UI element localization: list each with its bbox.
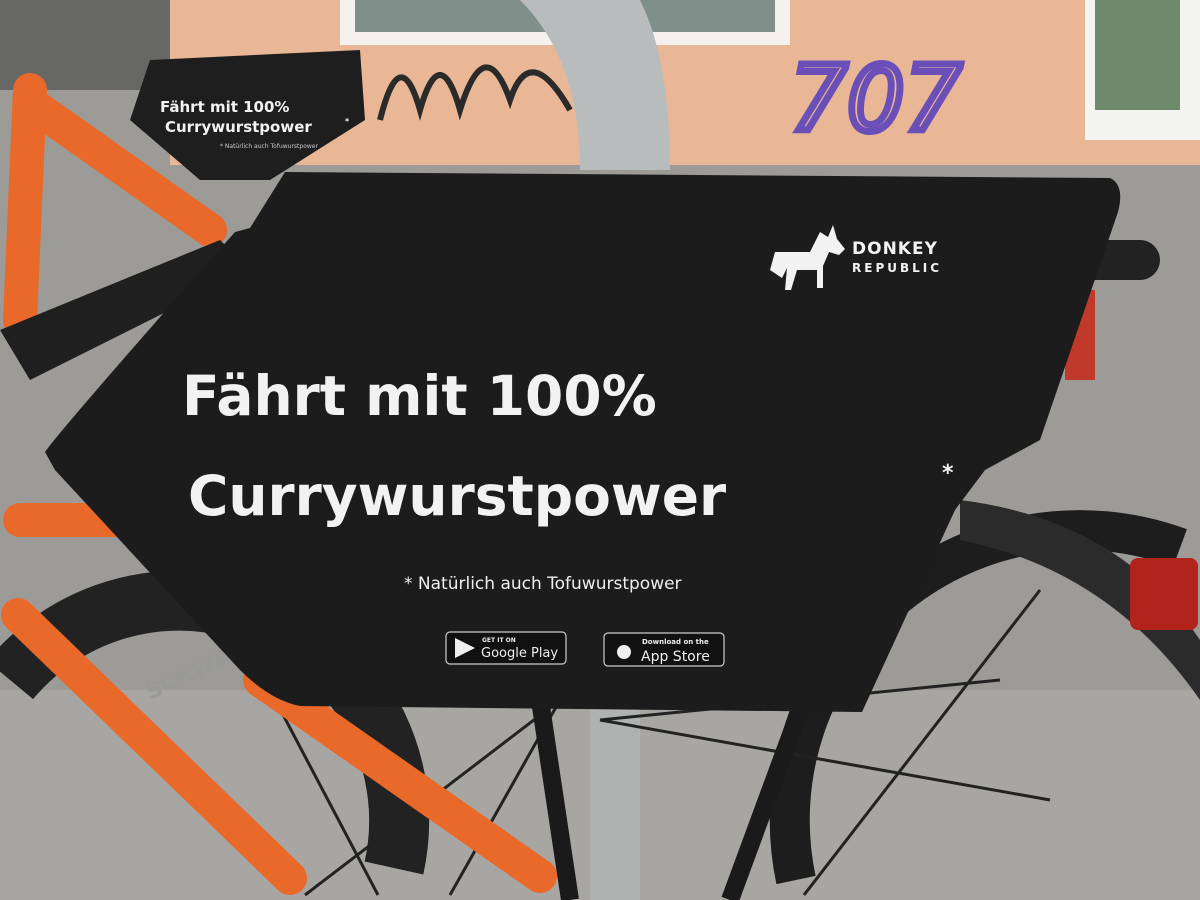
door-glass (1095, 0, 1180, 110)
svg-text:Fährt mit 100%: Fährt mit 100% (160, 98, 289, 116)
google-play-badge[interactable]: GET IT ON Google Play (445, 631, 567, 665)
scene-svg: 707 SCHWALBE Fährt mit 100% Currywurstpo… (0, 0, 1200, 900)
headline-asterisk: * (942, 461, 954, 486)
svg-text:Currywurstpower: Currywurstpower (165, 118, 312, 136)
headline-line1: Fährt mit 100% (182, 364, 657, 428)
footnote: * Natürlich auch Tofuwurstpower (404, 574, 682, 594)
app-store-small: Download on the (642, 638, 709, 646)
graffiti-707: 707 (790, 47, 962, 152)
pole-base (590, 700, 640, 900)
brand-line2: REPUBLIC (852, 261, 942, 275)
rear-reflector (1130, 558, 1198, 630)
google-play-big: Google Play (481, 646, 558, 661)
svg-text:* Natürlich auch Tofuwurstpowe: * Natürlich auch Tofuwurstpower (220, 143, 318, 150)
photo-scene: 707 SCHWALBE Fährt mit 100% Currywurstpo… (0, 0, 1200, 900)
headline-line2: Currywurstpower (188, 464, 726, 528)
apple-icon (617, 645, 631, 659)
app-store-big: App Store (641, 649, 710, 665)
google-play-small: GET IT ON (482, 637, 516, 644)
brand-line1: DONKEY (852, 239, 938, 259)
app-store-badge[interactable]: Download on the App Store (603, 632, 725, 667)
